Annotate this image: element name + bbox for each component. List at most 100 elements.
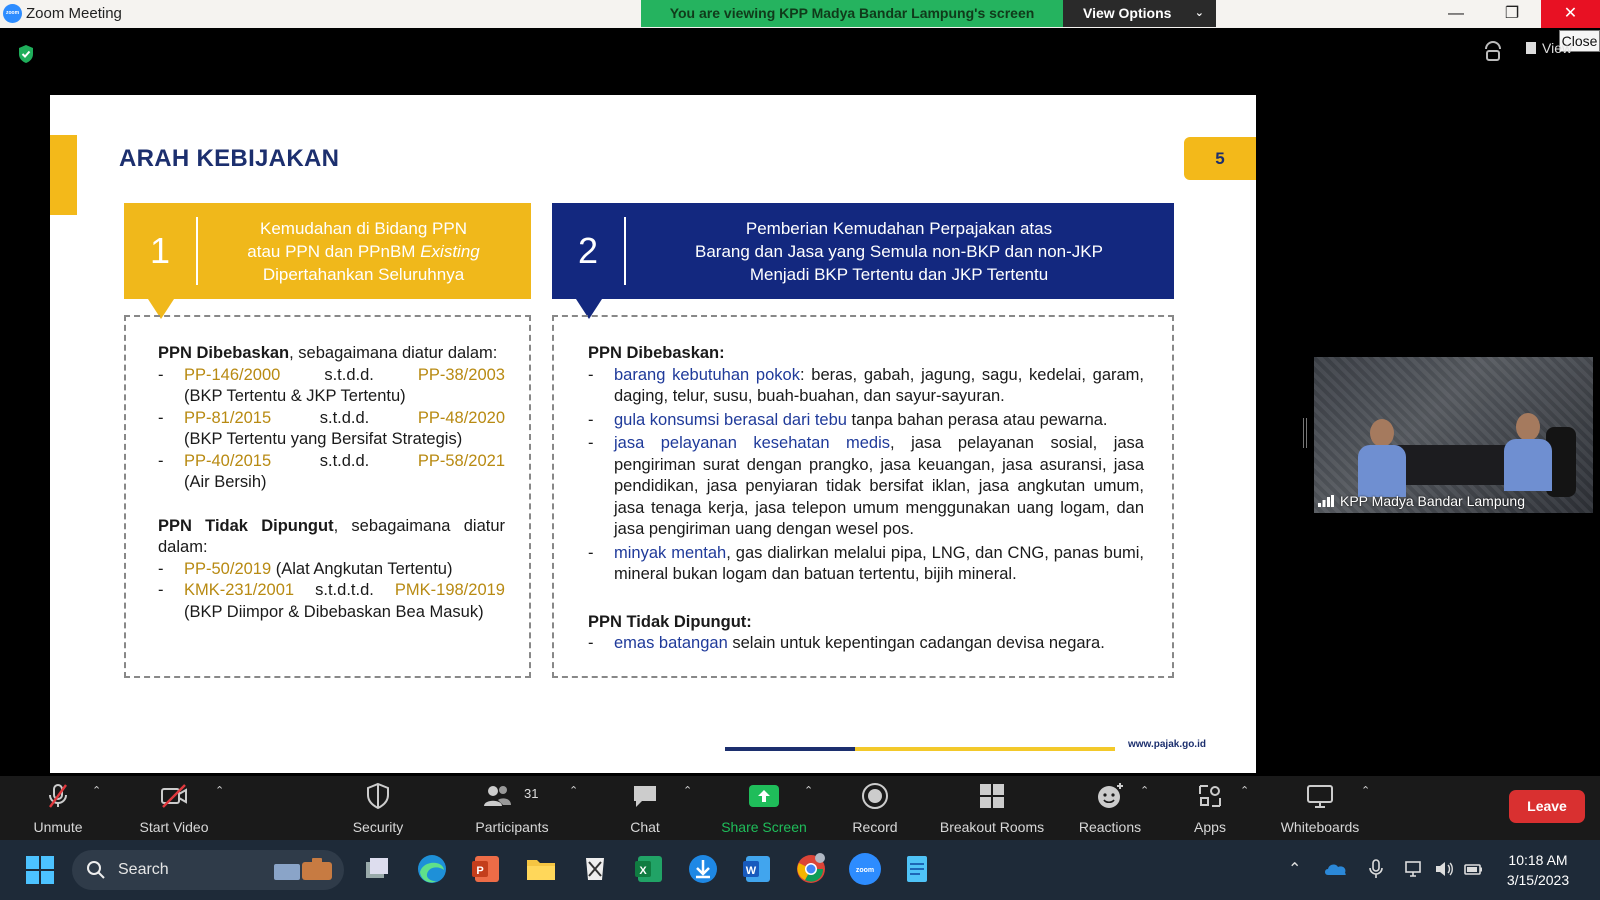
col1-sec1-heading: PPN Dibebaskan, sebagaimana diatur dalam… xyxy=(158,343,505,365)
apps-button[interactable]: Apps xyxy=(1178,776,1242,840)
record-label: Record xyxy=(852,819,898,835)
chevron-down-icon: ⌄ xyxy=(1194,7,1204,19)
footer-bar-navy xyxy=(725,747,855,751)
breakout-rooms-icon xyxy=(980,784,1004,808)
regulation-ref: KMK-231/2001 xyxy=(184,581,295,599)
unmute-button[interactable]: Unmute xyxy=(22,776,94,840)
share-screen-icon xyxy=(749,785,779,807)
regulation-ref: PP-48/2020 xyxy=(417,408,505,427)
task-view-icon[interactable] xyxy=(360,852,394,886)
video-off-icon xyxy=(161,784,187,808)
participants-label: Participants xyxy=(475,819,549,835)
highlight-term: emas batangan xyxy=(614,634,728,652)
col2-sec1-title: PPN Dibebaskan: xyxy=(588,344,725,362)
record-button[interactable]: Record xyxy=(840,776,910,840)
record-icon xyxy=(862,783,888,809)
search-icon xyxy=(87,861,105,879)
file-explorer-icon[interactable] xyxy=(524,852,558,886)
share-screen-button[interactable]: Share Screen xyxy=(714,776,814,840)
shared-slide: ARAH KEBIJAKAN 5 1 Kemudahan di Bidang P… xyxy=(50,95,1256,773)
battery-icon[interactable] xyxy=(1464,859,1484,879)
regulation-ref: PP-38/2003 xyxy=(417,365,505,384)
immersive-view-icon[interactable] xyxy=(1482,40,1504,64)
start-video-button[interactable]: Start Video xyxy=(128,776,220,840)
list-dash: - xyxy=(588,543,594,562)
list-dash: - xyxy=(158,451,164,470)
minimize-button[interactable]: — xyxy=(1428,0,1484,28)
participant-name: KPP Madya Bandar Lampung xyxy=(1318,493,1525,509)
svg-text:W: W xyxy=(746,865,757,877)
video-person xyxy=(1358,419,1406,497)
onedrive-icon[interactable] xyxy=(1324,859,1348,879)
footer-url: www.pajak.go.id xyxy=(1128,739,1206,750)
participants-button[interactable]: 31 Participants xyxy=(464,776,560,840)
list-item: - jasa pelayanan kesehatan medis, jasa pe… xyxy=(588,433,1144,541)
view-button[interactable]: View xyxy=(1526,40,1572,56)
participants-caret-icon[interactable]: ⌃ xyxy=(569,784,578,797)
microphone-icon[interactable] xyxy=(1366,859,1386,879)
col2-number: 2 xyxy=(577,230,599,271)
list-dash: - xyxy=(588,365,594,384)
col2-header-line3: Menjadi BKP Tertentu dan JKP Tertentu xyxy=(749,264,1049,284)
reactions-caret-icon[interactable]: ⌃ xyxy=(1140,784,1149,797)
restore-button[interactable]: ❐ xyxy=(1484,0,1540,28)
breakout-rooms-button[interactable]: Breakout Rooms xyxy=(931,776,1053,840)
audio-options-caret-icon[interactable]: ⌃ xyxy=(92,784,101,797)
show-hidden-icons-icon[interactable]: ⌃ xyxy=(1288,859,1308,879)
share-caret-icon[interactable]: ⌃ xyxy=(804,784,813,797)
list-dash: - xyxy=(158,581,164,599)
taskbar-search-box[interactable]: Search xyxy=(72,850,344,890)
encryption-shield-icon[interactable] xyxy=(17,44,35,64)
chat-caret-icon[interactable]: ⌃ xyxy=(683,784,692,797)
reactions-label: Reactions xyxy=(1078,819,1142,835)
windows-start-icon[interactable] xyxy=(26,856,54,884)
whiteboards-button[interactable]: Whiteboards xyxy=(1270,776,1370,840)
notepad-icon[interactable] xyxy=(900,852,934,886)
powerpoint-icon[interactable]: P xyxy=(469,852,503,886)
col1-sec1-bold: PPN Dibebaskan xyxy=(158,344,290,362)
close-button[interactable]: ✕ xyxy=(1541,0,1600,28)
snipping-tool-icon[interactable] xyxy=(578,852,612,886)
network-icon[interactable] xyxy=(1404,859,1424,879)
col1-header-line2-italic: Existing xyxy=(420,241,480,261)
participant-video-tile[interactable]: KPP Madya Bandar Lampung xyxy=(1314,357,1593,513)
col1-body: PPN Dibebaskan, sebagaimana diatur dalam… xyxy=(124,315,531,678)
col1-sec2-bold: PPN Tidak Dipungut xyxy=(158,516,334,535)
slide-page-number: 5 xyxy=(1184,137,1256,180)
apps-icon xyxy=(1199,785,1221,807)
taskbar-clock[interactable]: 10:18 AM 3/15/2023 xyxy=(1498,850,1578,890)
security-button[interactable]: Security xyxy=(340,776,416,840)
search-label: Search xyxy=(118,861,169,878)
regulation-connector: s.t.d.d. xyxy=(319,408,370,427)
slide-title: ARAH KEBIJAKAN xyxy=(119,145,340,172)
excel-icon[interactable]: X xyxy=(632,852,666,886)
regulation-ref: PMK-198/2019 xyxy=(394,581,505,599)
word-icon[interactable]: W xyxy=(740,852,774,886)
reactions-icon xyxy=(1098,783,1123,808)
list-item: - PP-50/2019 (Alat Angkutan Tertentu) xyxy=(158,559,505,581)
regulation-connector: s.t.d.d. xyxy=(319,451,370,470)
leave-button[interactable]: Leave xyxy=(1509,790,1585,823)
apps-caret-icon[interactable]: ⌃ xyxy=(1240,784,1249,797)
list-item: - barang kebutuhan pokok: beras, gabah, j… xyxy=(588,365,1144,408)
regulation-note: (Alat Angkutan Tertentu) xyxy=(271,559,453,578)
view-options-button[interactable]: View Options ⌄ xyxy=(1063,0,1216,27)
edge-browser-icon[interactable] xyxy=(415,852,449,886)
col2-divider xyxy=(624,217,626,285)
col2-header-text: Pemberian Kemudahan Perpajakan atas Bara… xyxy=(630,203,1168,299)
col2-sec2-title: PPN Tidak Dipungut: xyxy=(588,612,752,631)
list-dash: - xyxy=(158,559,164,578)
col2-header-line1: Pemberian Kemudahan Perpajakan atas xyxy=(745,218,1053,238)
zoom-app-icon[interactable]: zoom xyxy=(848,852,882,886)
chrome-icon[interactable] xyxy=(794,852,828,886)
share-banner: You are viewing KPP Madya Bandar Lampung… xyxy=(641,0,1063,27)
download-icon[interactable] xyxy=(686,852,720,886)
unmute-label: Unmute xyxy=(33,819,83,835)
panel-resize-handle[interactable] xyxy=(1303,418,1307,448)
whiteboards-caret-icon[interactable]: ⌃ xyxy=(1361,784,1370,797)
chat-button[interactable]: Chat xyxy=(610,776,680,840)
volume-icon[interactable] xyxy=(1434,859,1454,879)
video-options-caret-icon[interactable]: ⌃ xyxy=(215,784,224,797)
meeting-toolbar: Unmute ⌃ Start Video ⌃ Security 31 Parti… xyxy=(0,776,1600,840)
highlight-term: gula konsumsi berasal dari tebu xyxy=(614,410,847,429)
